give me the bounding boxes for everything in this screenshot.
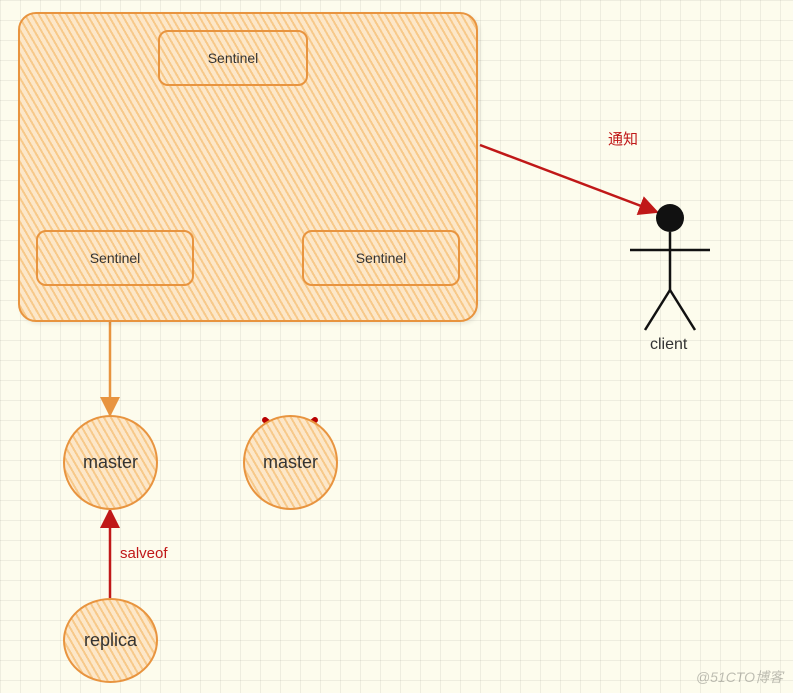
sentinel-top-label: Sentinel: [208, 50, 259, 66]
replica-label: replica: [84, 630, 137, 651]
watermark: @51CTO博客: [696, 667, 783, 687]
slaveof-label: salveof: [120, 545, 168, 562]
sentinel-left-node: Sentinel: [36, 230, 194, 286]
client-label: client: [650, 336, 687, 354]
master-failed-node: master: [243, 415, 338, 510]
edge-notify: [480, 145, 657, 212]
sentinel-right-label: Sentinel: [356, 250, 407, 266]
diagram-canvas: { "container": { "label": "" }, "sentine…: [0, 0, 793, 693]
sentinel-left-label: Sentinel: [90, 250, 141, 266]
notify-label: 通知: [608, 128, 638, 149]
sentinel-top-node: Sentinel: [158, 30, 308, 86]
client-icon: [630, 204, 710, 330]
master-failed-label: master: [263, 452, 318, 473]
master-new-node: master: [63, 415, 158, 510]
master-new-label: master: [83, 452, 138, 473]
sentinel-right-node: Sentinel: [302, 230, 460, 286]
replica-node: replica: [63, 598, 158, 683]
